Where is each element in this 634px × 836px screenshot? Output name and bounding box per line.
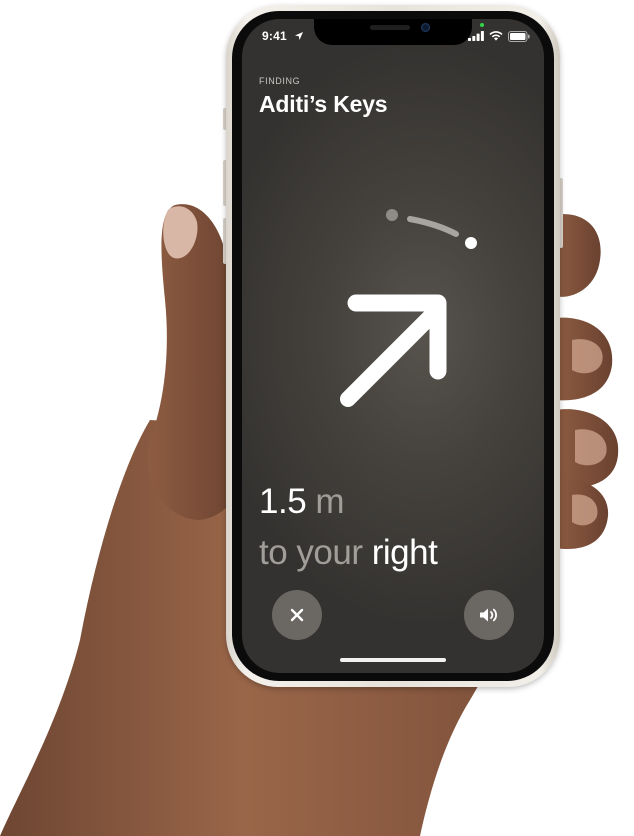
play-sound-button[interactable] bbox=[464, 590, 514, 640]
close-icon bbox=[290, 608, 304, 622]
find-my-screen: 9:41 FINDING Aditi’s Keys 1.5 m to your … bbox=[242, 19, 544, 673]
home-indicator[interactable] bbox=[340, 658, 446, 662]
direction-prefix: to your bbox=[259, 533, 363, 572]
arrow-up-right-icon bbox=[340, 294, 447, 407]
direction-arc-icon bbox=[386, 209, 477, 249]
speaker-icon bbox=[480, 608, 497, 622]
distance-unit: m bbox=[315, 482, 345, 521]
direction-indicator bbox=[340, 209, 477, 407]
close-button[interactable] bbox=[272, 590, 322, 640]
direction-side: right bbox=[371, 533, 438, 572]
distance-readout: 1.5 m bbox=[259, 482, 345, 522]
distance-value: 1.5 bbox=[259, 482, 307, 521]
direction-text: to your right bbox=[259, 533, 438, 573]
